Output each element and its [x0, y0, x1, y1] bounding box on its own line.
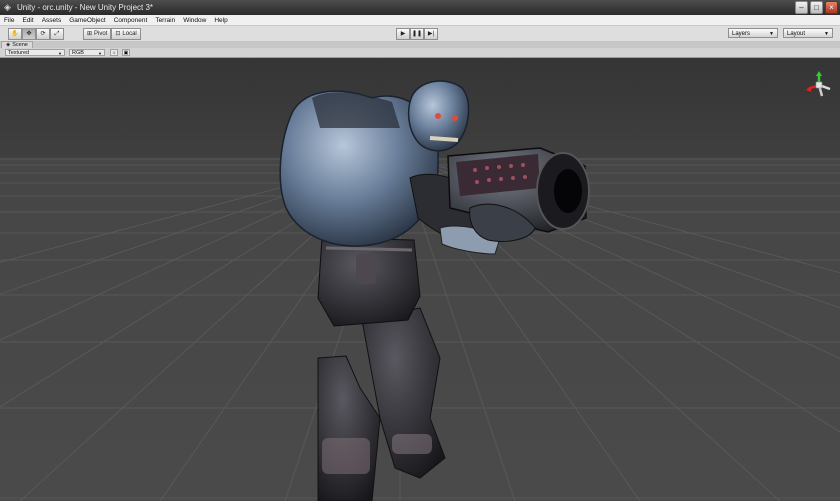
color-mode-dropdown[interactable]: RGB ▼ [69, 49, 105, 56]
menu-component[interactable]: Component [110, 17, 152, 24]
chevron-down-icon: ▼ [98, 51, 102, 56]
move-tool-icon[interactable]: ✥ [22, 28, 36, 40]
layers-dropdown[interactable]: Layers ▼ [728, 28, 778, 38]
hand-tool-icon[interactable]: ✋ [8, 28, 22, 40]
local-icon: ⊡ [115, 31, 121, 37]
scene-gizmo-icon[interactable] [804, 70, 834, 100]
scene-viewport[interactable] [0, 58, 840, 501]
window-title: Unity - orc.unity - New Unity Project 3* [17, 3, 154, 12]
chevron-down-icon: ▼ [58, 51, 62, 56]
local-label: Local [122, 31, 137, 37]
menu-bar: File Edit Assets GameObject Component Te… [0, 15, 840, 26]
pivot-local-group: ⊞ Pivot ⊡ Local [83, 28, 141, 40]
scale-tool-icon[interactable]: ⤢ [50, 28, 64, 40]
menu-assets[interactable]: Assets [38, 17, 66, 24]
window-controls: – □ × [795, 1, 838, 14]
pause-icon[interactable]: ❚❚ [410, 28, 424, 40]
play-icon[interactable]: ▶ [396, 28, 410, 40]
layout-label: Layout [787, 31, 806, 37]
image-toggle-icon[interactable]: ▣ [122, 49, 130, 56]
menu-edit[interactable]: Edit [18, 17, 37, 24]
rotate-tool-icon[interactable]: ⟳ [36, 28, 50, 40]
menu-gameobject[interactable]: GameObject [65, 17, 110, 24]
playback-controls: ▶ ❚❚ ▶| [396, 28, 438, 40]
pivot-icon: ⊞ [87, 31, 93, 37]
chevron-down-icon: ▼ [769, 31, 774, 37]
scene-render [0, 58, 840, 501]
toolbar: ✋ ✥ ⟳ ⤢ ⊞ Pivot ⊡ Local ▶ ❚❚ ▶| Layers ▼… [0, 26, 840, 42]
layers-label: Layers [732, 31, 751, 37]
unity-icon: ◈ [4, 2, 11, 12]
chevron-down-icon: ▼ [824, 31, 829, 37]
color-mode-label: RGB [72, 50, 84, 56]
menu-help[interactable]: Help [210, 17, 231, 24]
pivot-button[interactable]: ⊞ Pivot [83, 28, 112, 40]
title-bar: ◈ Unity - orc.unity - New Unity Project … [0, 0, 840, 15]
menu-terrain[interactable]: Terrain [151, 17, 179, 24]
menu-window[interactable]: Window [179, 17, 210, 24]
layout-dropdown[interactable]: Layout ▼ [783, 28, 833, 38]
render-mode-dropdown[interactable]: Textured ▼ [5, 49, 65, 56]
scene-controls-bar: Textured ▼ RGB ▼ ☼ ▣ [0, 48, 840, 58]
close-button[interactable]: × [825, 1, 838, 14]
lighting-toggle-icon[interactable]: ☼ [110, 49, 118, 56]
maximize-button[interactable]: □ [810, 1, 823, 14]
menu-file[interactable]: File [0, 17, 18, 24]
pivot-label: Pivot [94, 31, 108, 37]
transform-tools: ✋ ✥ ⟳ ⤢ [8, 28, 64, 40]
step-icon[interactable]: ▶| [424, 28, 438, 40]
render-mode-label: Textured [8, 50, 30, 56]
minimize-button[interactable]: – [795, 1, 808, 14]
local-button[interactable]: ⊡ Local [111, 28, 141, 40]
scene-tab-bar: ◈ Scene [0, 41, 840, 49]
